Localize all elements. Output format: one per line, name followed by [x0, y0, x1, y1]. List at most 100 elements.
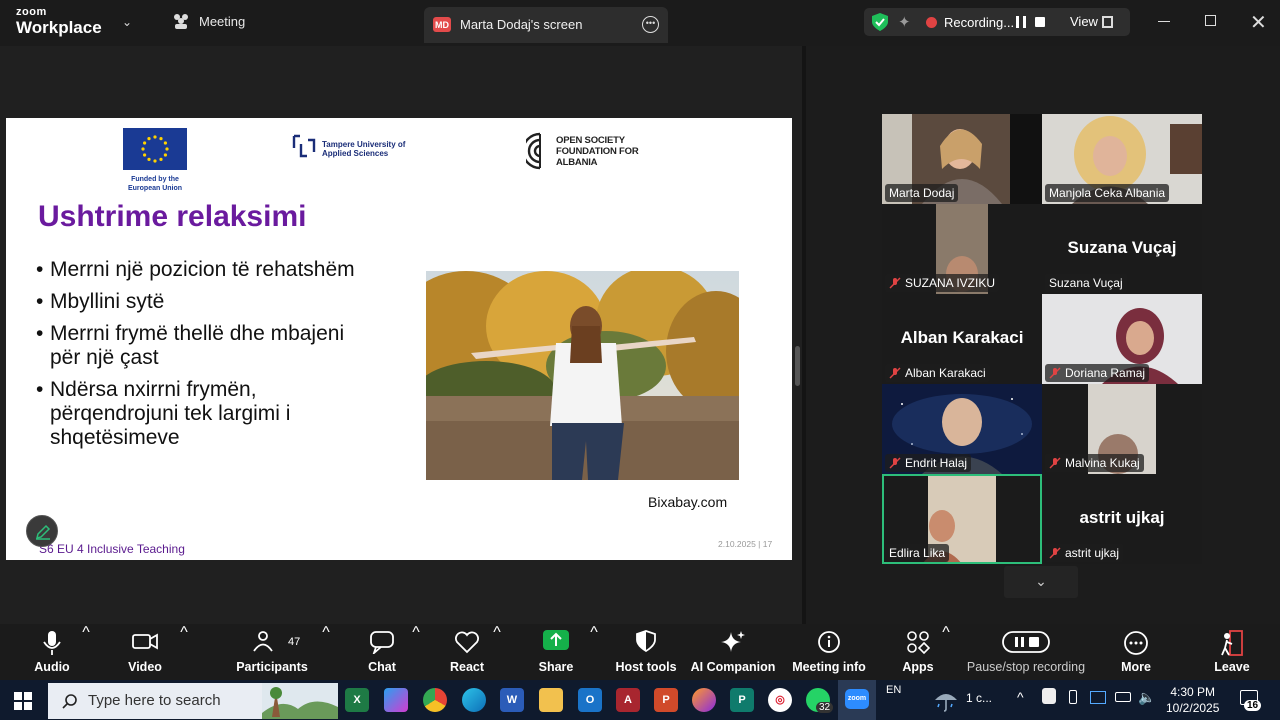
chevron-up-icon[interactable]: ^ [1017, 689, 1024, 705]
meeting-tab[interactable]: Meeting [172, 13, 245, 29]
tab-shared-screen[interactable]: MD Marta Dodaj's screen ••• [424, 7, 668, 43]
participant-tile[interactable]: astrit ujkaj astrit ujkaj [1042, 474, 1202, 564]
tampere-logo: Tampere University of Applied Sciences [292, 134, 408, 164]
tampere-text: Tampere University of Applied Sciences [322, 140, 406, 158]
stop-icon[interactable] [1035, 17, 1045, 27]
pause-icon[interactable] [1016, 16, 1026, 28]
host-tools-button[interactable]: Host tools [612, 624, 680, 680]
participant-tile[interactable]: Endrit Halaj [882, 384, 1042, 474]
react-label: React [449, 660, 485, 674]
audio-options-caret[interactable]: ^ [80, 624, 92, 680]
shield-icon[interactable] [872, 13, 888, 31]
word-icon[interactable]: W [500, 688, 524, 712]
windows-start-icon[interactable] [14, 692, 32, 710]
volume-icon[interactable]: 🔈 [1138, 689, 1155, 706]
weather-icon[interactable] [933, 690, 959, 712]
participant-tile-active-speaker[interactable]: Edlira Lika [882, 474, 1042, 564]
participant-name: Alban Karakaci [885, 364, 990, 382]
outlook-icon[interactable]: O [578, 688, 602, 712]
participant-display-name: Suzana Vuçaj [1067, 238, 1177, 257]
file-explorer-icon[interactable] [539, 688, 563, 712]
participant-name: Malvina Kukaj [1045, 454, 1144, 472]
chevron-down-icon[interactable]: ⌄ [122, 15, 132, 29]
taskbar-clock[interactable]: 4:30 PM 10/2/2025 [1166, 684, 1219, 716]
maximize-button[interactable] [1205, 15, 1216, 26]
edge-icon[interactable] [462, 688, 486, 712]
participants-button[interactable]: 47 Participants [236, 624, 308, 680]
host-tools-label: Host tools [615, 660, 677, 674]
pause-stop-recording-button[interactable]: Pause/stop recording [962, 624, 1090, 680]
name-label: Suzana Vuçaj [1049, 276, 1123, 290]
close-icon[interactable]: ✕ [1250, 10, 1267, 35]
annotate-button[interactable] [26, 515, 58, 547]
participant-tile[interactable]: SUZANA IVZIKU [882, 204, 1042, 294]
name-label: SUZANA IVZIKU [905, 276, 996, 290]
participants-icon [253, 631, 274, 652]
zoom-app-icon: zoom [845, 689, 869, 709]
slide-footer: S6 EU 4 Inclusive Teaching [39, 542, 185, 556]
participant-tile[interactable]: Malvina Kukaj [1042, 384, 1202, 474]
participant-name: Suzana Vuçaj [1045, 274, 1127, 292]
grid-view-icon[interactable] [1102, 16, 1113, 28]
name-label: Marta Dodaj [889, 186, 955, 200]
whatsapp-badge: 32 [816, 702, 834, 713]
sparkle-icon[interactable]: ✦ [898, 13, 911, 31]
firefox-icon[interactable] [692, 688, 716, 712]
info-icon [818, 631, 840, 653]
taskbar-search[interactable]: Type here to search [48, 683, 338, 719]
audio-button[interactable]: Audio [22, 624, 82, 680]
tab-label: Marta Dodaj's screen [460, 17, 583, 32]
chrome-icon[interactable] [423, 688, 447, 712]
meeting-info-button[interactable]: Meeting info [788, 624, 870, 680]
excel-icon[interactable]: X [345, 688, 369, 712]
name-label: Edlira Lika [889, 546, 946, 560]
more-options-icon[interactable]: ••• [642, 16, 659, 33]
publisher-icon[interactable]: P [730, 688, 754, 712]
chat-button[interactable]: Chat [352, 624, 412, 680]
slide-date-page: 2.10.2025 | 17 [718, 539, 773, 549]
gallery-next-page-button[interactable]: ⌄ [1004, 566, 1078, 598]
participant-tile[interactable]: Suzana Vuçaj Suzana Vuçaj [1042, 204, 1202, 294]
participants-options-caret[interactable]: ^ [320, 624, 332, 680]
react-button[interactable]: React [437, 624, 497, 680]
share-options-caret[interactable]: ^ [588, 624, 600, 680]
security-tray-icon[interactable] [1042, 688, 1056, 704]
recorder-icon[interactable]: ◎ [768, 688, 792, 712]
react-options-caret[interactable]: ^ [491, 624, 503, 680]
audio-label: Audio [34, 660, 70, 674]
chat-options-caret[interactable]: ^ [410, 624, 422, 680]
participant-tile[interactable]: Doriana Ramaj [1042, 294, 1202, 384]
splitter-handle[interactable] [795, 346, 800, 386]
powerpoint-icon[interactable]: P [654, 688, 678, 712]
minimize-button[interactable] [1158, 21, 1170, 22]
share-button[interactable]: Share [526, 624, 586, 680]
microphone-muted-icon [1049, 367, 1061, 379]
participant-tile[interactable]: Marta Dodaj [882, 114, 1042, 204]
view-button[interactable]: View [1070, 14, 1098, 29]
zoom-taskbar-button[interactable]: zoom [838, 680, 876, 720]
bullet-list: Merrni një pozicion të rehatshëm Mbyllin… [36, 258, 366, 458]
apps-options-caret[interactable]: ^ [940, 624, 952, 680]
participant-tile[interactable]: Manjola Ceka Albania [1042, 114, 1202, 204]
battery-icon[interactable] [1115, 692, 1131, 702]
meeting-label: Meeting [199, 13, 246, 29]
leave-button[interactable]: Leave [1202, 624, 1262, 680]
participant-display-name: astrit ujkaj [1079, 508, 1165, 527]
language-indicator[interactable]: EN [886, 684, 901, 696]
ai-companion-button[interactable]: AI Companion [690, 624, 776, 680]
display-tray-icon[interactable] [1090, 691, 1106, 704]
apps-button[interactable]: Apps [888, 624, 948, 680]
more-button[interactable]: More [1106, 624, 1166, 680]
shield-icon [636, 630, 656, 652]
access-icon[interactable]: A [616, 688, 640, 712]
participant-name: SUZANA IVZIKU [885, 274, 1000, 292]
pencil-icon [35, 524, 51, 540]
microphone-muted-icon [1049, 547, 1061, 559]
weather-text[interactable]: 1 c... [966, 691, 992, 705]
usb-tray-icon[interactable] [1069, 690, 1077, 704]
video-options-caret[interactable]: ^ [178, 624, 190, 680]
copilot-icon[interactable] [384, 688, 408, 712]
video-button[interactable]: Video [115, 624, 175, 680]
osf-logo: OPEN SOCIETY FOUNDATION FOR ALBANIA [526, 130, 652, 172]
participant-tile[interactable]: Alban Karakaci Alban Karakaci [882, 294, 1042, 384]
